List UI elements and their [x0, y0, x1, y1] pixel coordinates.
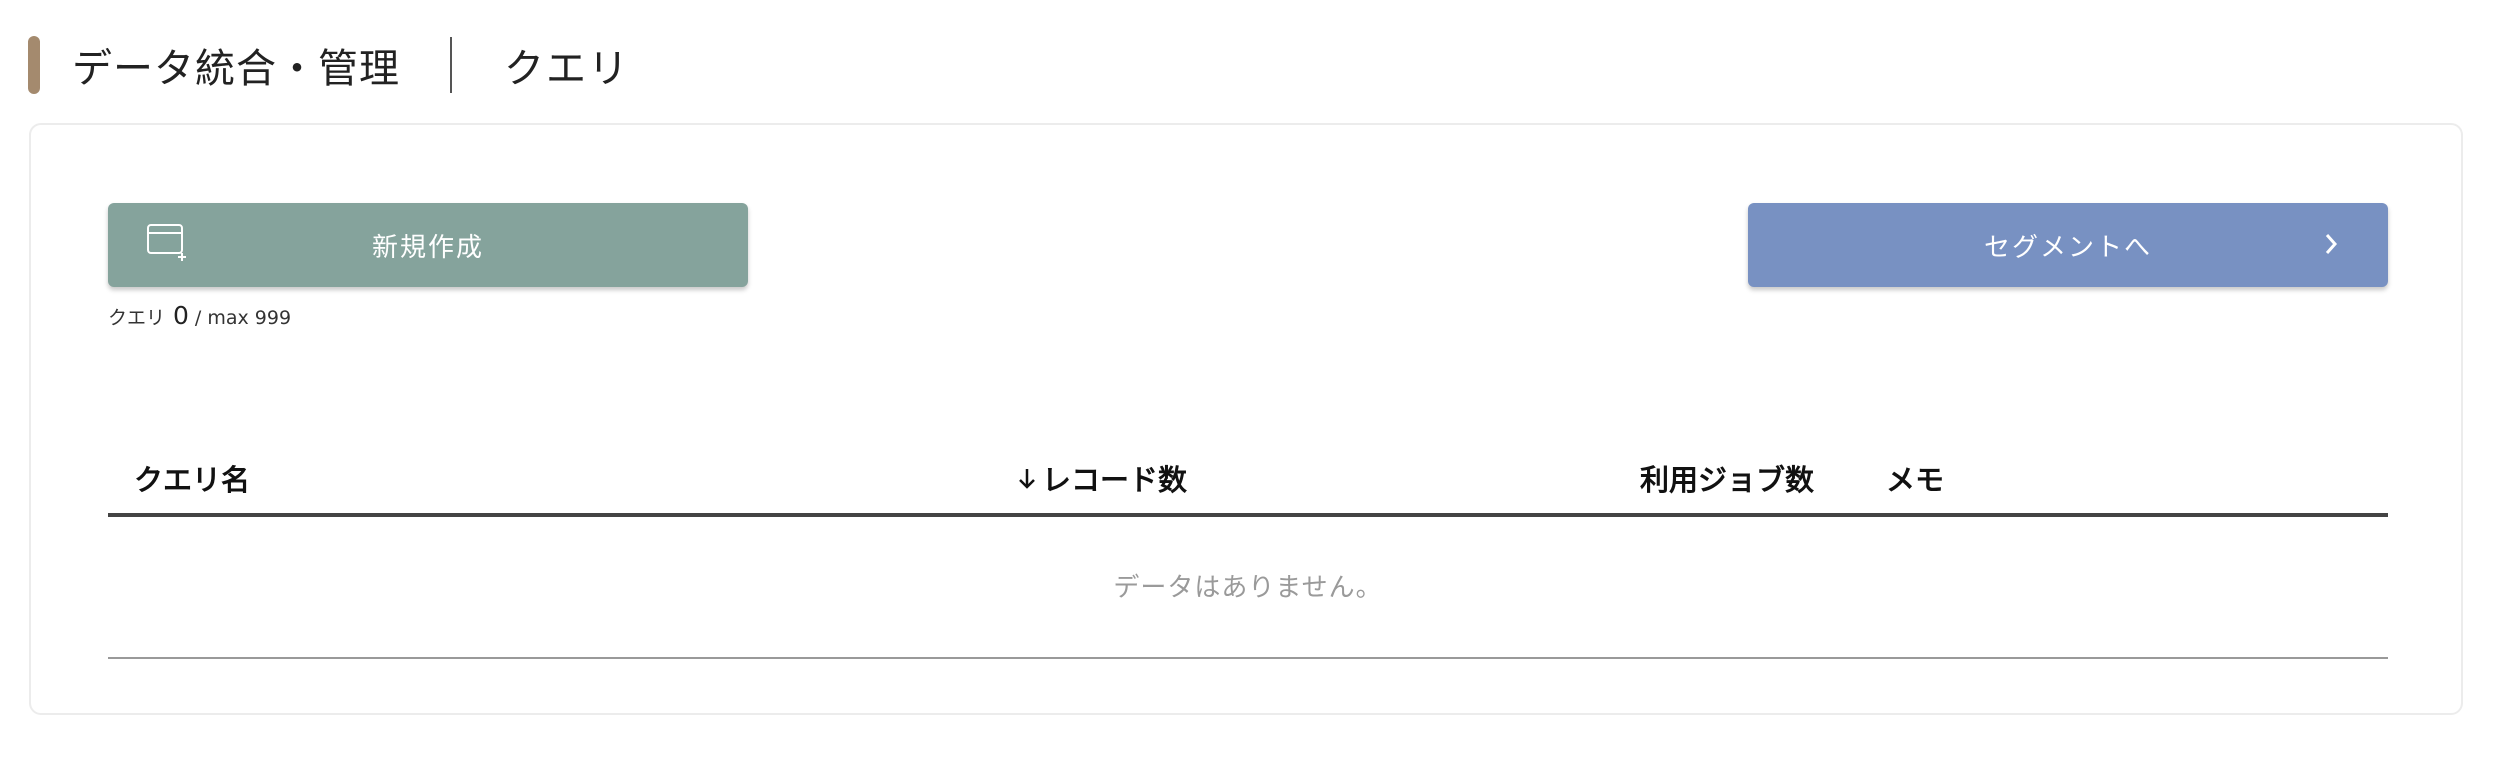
table-header-row: クエリ名 レコード数 利用ジョブ数 メモ	[108, 443, 2388, 517]
query-table: クエリ名 レコード数 利用ジョブ数 メモ データはありません。	[108, 443, 2388, 659]
column-header-query-name[interactable]: クエリ名	[134, 457, 250, 499]
title-accent-bar	[28, 36, 40, 94]
query-panel: 新規作成 セグメントへ クエリ 0 / max 999 クエリ名 レコード数 利…	[29, 123, 2463, 715]
go-to-segment-label: セグメントへ	[1983, 232, 2152, 263]
column-header-job-count[interactable]: 利用ジョブ数	[1640, 457, 1814, 499]
column-header-memo[interactable]: メモ	[1886, 457, 1944, 499]
create-query-label: 新規作成	[371, 232, 484, 263]
empty-table-message: データはありません。	[1113, 573, 1383, 603]
table-body: データはありません。	[108, 517, 2388, 659]
query-count-value: 0	[173, 301, 189, 330]
header-divider	[450, 37, 452, 93]
page-title: データ統合・管理	[72, 46, 400, 92]
column-header-record-count-label: レコード数	[1042, 463, 1188, 497]
query-count-max: / max 999	[194, 307, 292, 329]
page-header: データ統合・管理 クエリ	[28, 36, 630, 94]
column-header-memo-label: メモ	[1886, 463, 1945, 497]
create-query-button[interactable]: 新規作成	[108, 203, 748, 287]
go-to-segment-button[interactable]: セグメントへ	[1748, 203, 2388, 287]
column-header-job-count-label: 利用ジョブ数	[1640, 463, 1815, 497]
column-header-record-count[interactable]: レコード数	[1016, 457, 1187, 499]
column-header-query-name-label: クエリ名	[134, 463, 251, 497]
arrow-down-icon	[1019, 469, 1035, 489]
query-count-label: クエリ	[108, 307, 166, 329]
page-subtitle: クエリ	[504, 46, 630, 92]
chevron-right-icon	[2325, 234, 2338, 254]
query-count: クエリ 0 / max 999	[108, 301, 291, 330]
